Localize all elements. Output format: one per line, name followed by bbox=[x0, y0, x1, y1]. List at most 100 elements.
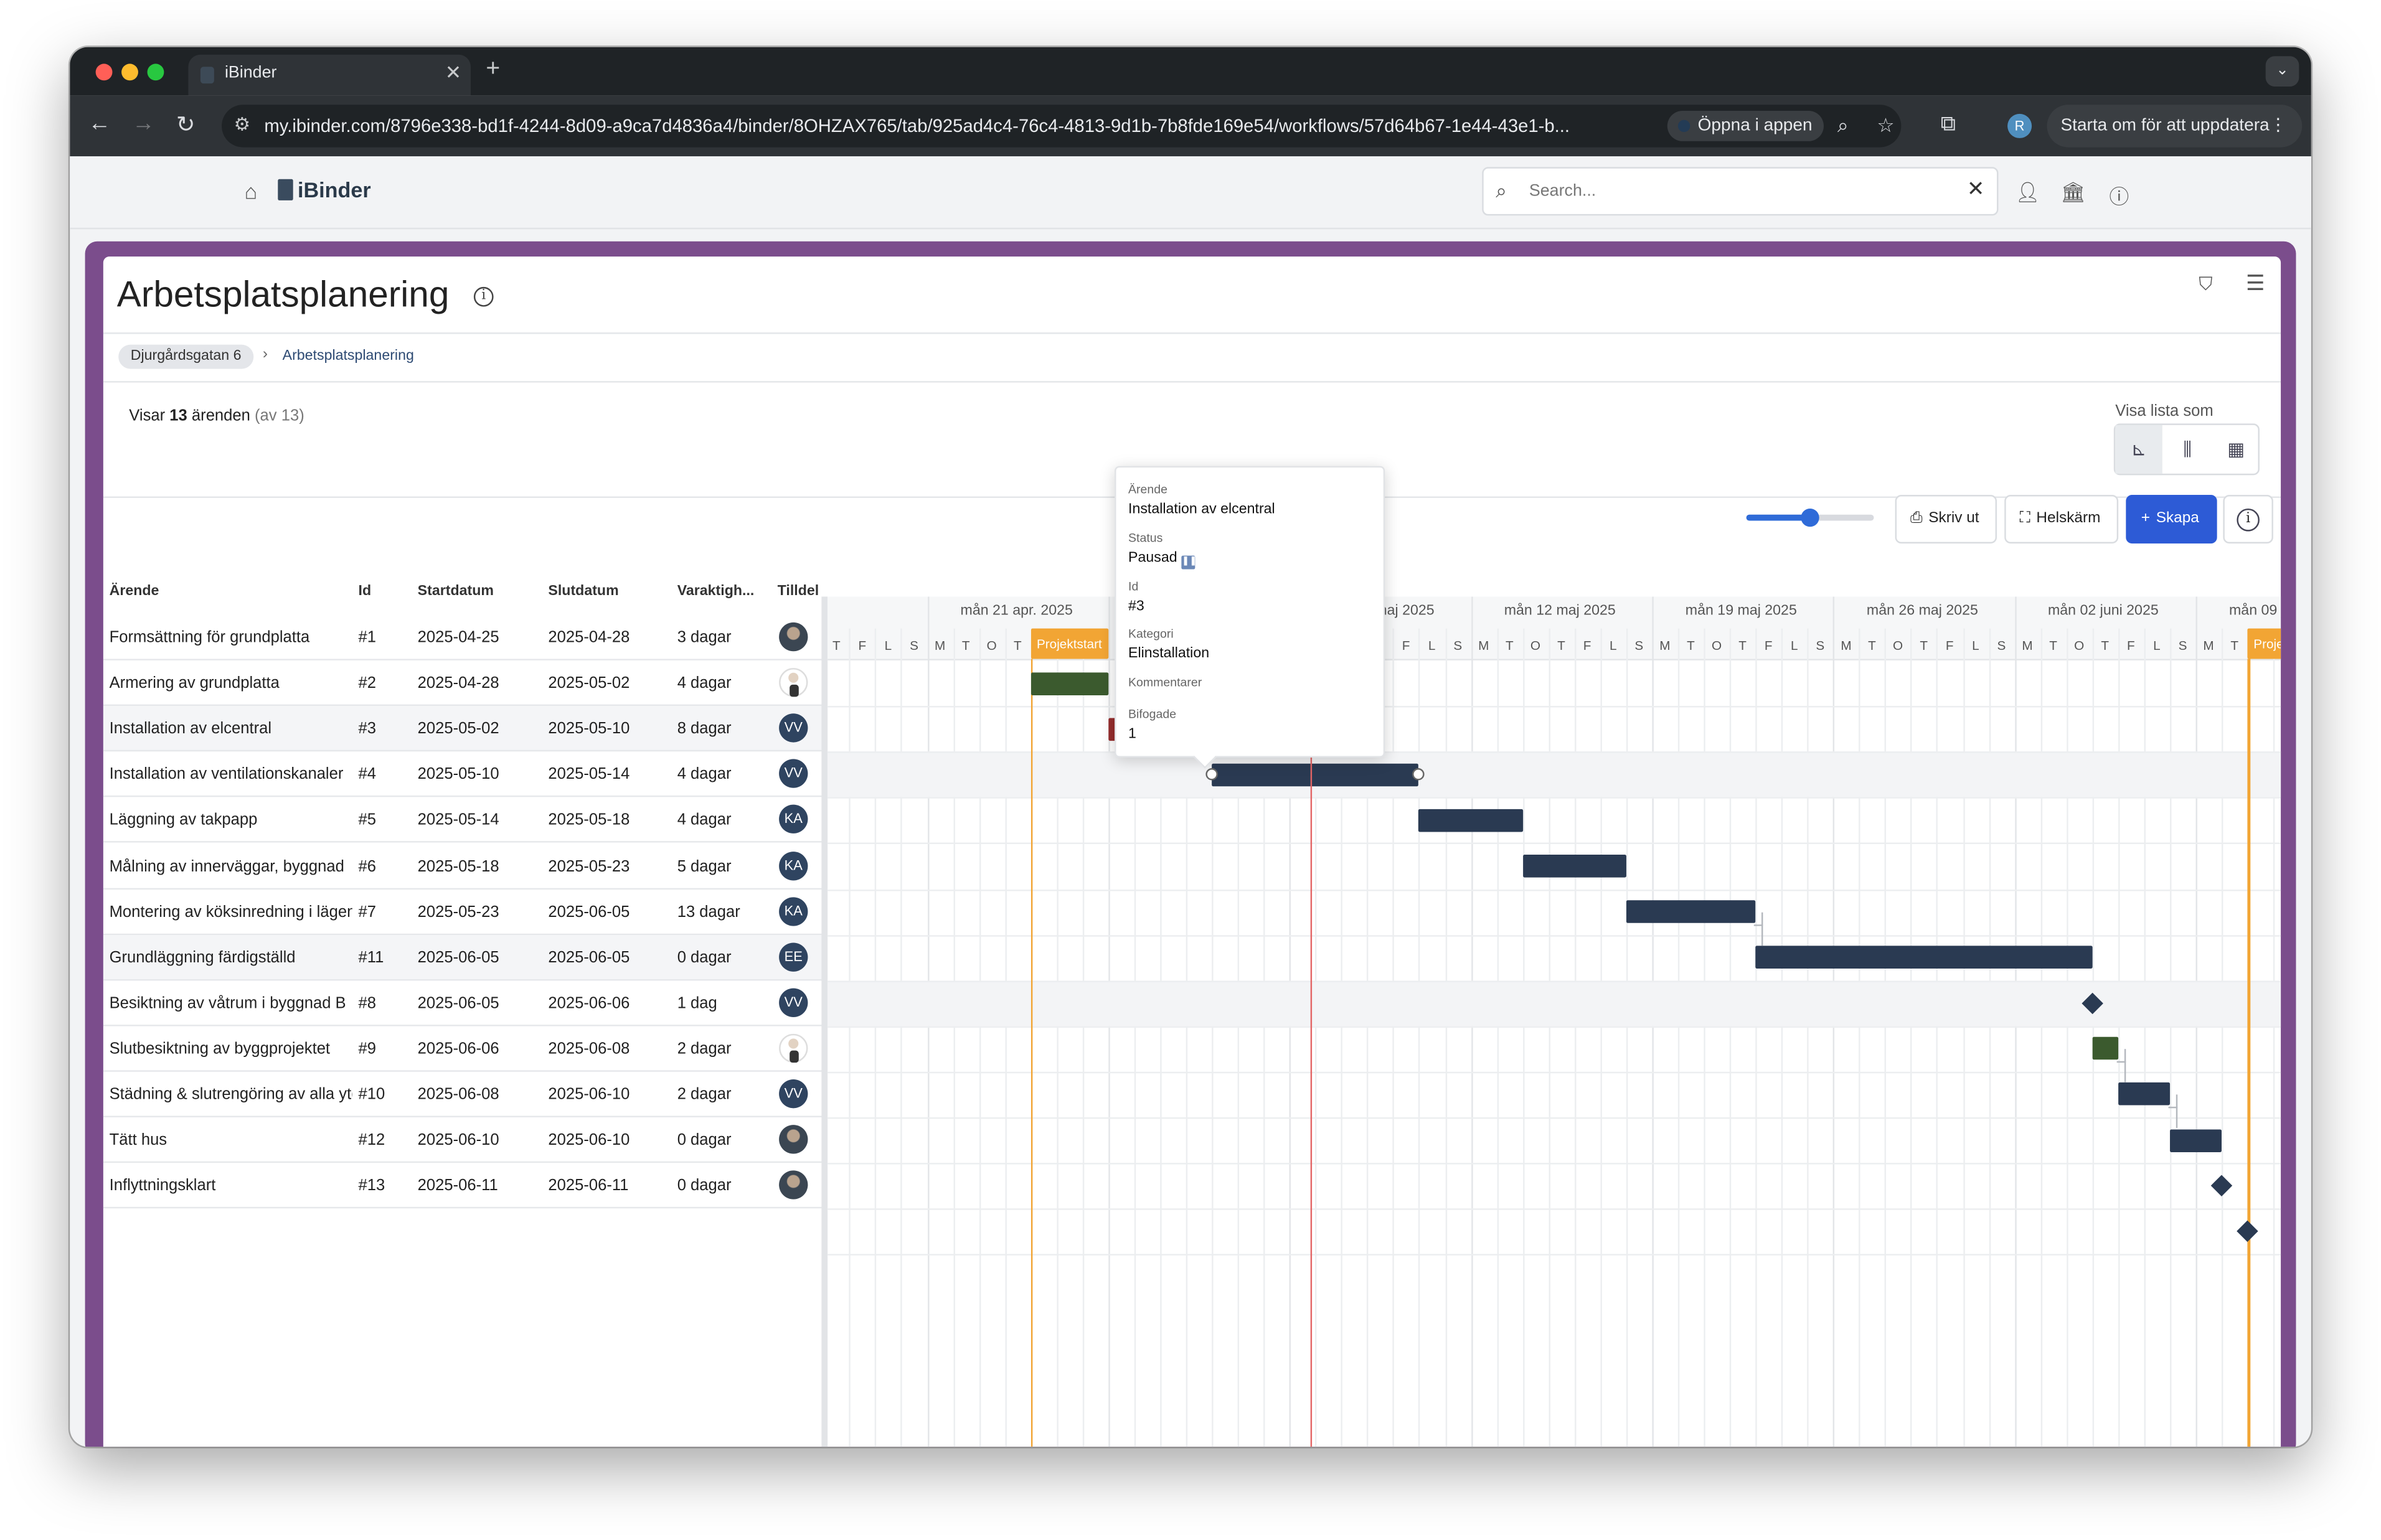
column-header-case[interactable]: Ärende bbox=[110, 583, 159, 599]
browser-tab[interactable]: iBinder ✕ bbox=[188, 54, 471, 96]
task-bar[interactable] bbox=[2169, 1129, 2222, 1152]
kanban-view-icon[interactable]: ⫼ bbox=[2164, 425, 2211, 474]
assignee-avatar[interactable]: KA bbox=[779, 850, 808, 880]
breadcrumb-project[interactable]: Djurgårdsgatan 6 bbox=[118, 344, 254, 369]
table-row[interactable]: Tätt hus #12 2025-06-10 2025-06-10 0 dagar bbox=[103, 1117, 823, 1163]
workflow-panel: Arbetsplatsplanering i ⛉ ☰ Djurgårdsgata… bbox=[103, 256, 2281, 1447]
task-id-cell: #7 bbox=[358, 903, 377, 921]
url-text[interactable]: my.ibinder.com/8796e338-bd1f-4244-8d09-a… bbox=[264, 115, 1649, 136]
project-end-marker[interactable]: Projektslut bbox=[2247, 628, 2281, 659]
row-gridline bbox=[827, 751, 2281, 754]
close-tab-icon[interactable]: ✕ bbox=[445, 61, 462, 85]
task-bar[interactable] bbox=[1522, 854, 1626, 878]
task-bar[interactable] bbox=[1030, 672, 1108, 695]
task-bar[interactable] bbox=[2092, 1037, 2118, 1061]
table-row[interactable]: Grundläggning färdigställd #11 2025-06-05 2… bbox=[103, 934, 823, 980]
task-start-cell: 2025-05-10 bbox=[417, 765, 499, 784]
help-icon[interactable]: ⓘ bbox=[2109, 181, 2129, 209]
table-row[interactable]: Inflyttningsklart #13 2025-06-11 2025-06-11… bbox=[103, 1163, 823, 1209]
task-id-cell: #4 bbox=[358, 765, 377, 784]
table-row[interactable]: Slutbesiktning av byggprojektet #9 2025-06… bbox=[103, 1026, 823, 1072]
ibinder-logo[interactable]: iBinder bbox=[278, 177, 371, 202]
assignee-avatar[interactable]: EE bbox=[779, 942, 808, 972]
project-start-marker[interactable]: Projektstart bbox=[1030, 628, 1108, 659]
hamburger-menu-icon[interactable]: ☰ bbox=[2246, 270, 2265, 296]
column-header-end[interactable]: Slutdatum bbox=[548, 583, 618, 599]
maximize-window-button[interactable] bbox=[147, 63, 164, 81]
task-bar[interactable] bbox=[1626, 900, 1756, 923]
organization-bank-icon[interactable]: 🏛︎ bbox=[2060, 181, 2085, 205]
open-in-app-button[interactable]: Öppna i appen bbox=[1667, 111, 1825, 141]
minimize-window-button[interactable] bbox=[121, 63, 138, 81]
assignee-avatar[interactable] bbox=[779, 668, 808, 697]
column-header-duration[interactable]: Varaktigh... bbox=[677, 583, 755, 599]
table-row[interactable]: Målning av innerväggar, byggnad #6 2025-05… bbox=[103, 843, 823, 889]
new-tab-icon[interactable]: + bbox=[486, 56, 500, 83]
assignee-avatar[interactable]: VV bbox=[779, 1079, 808, 1109]
assignee-avatar[interactable]: KA bbox=[779, 896, 808, 926]
table-row[interactable]: Installation av elcentral #3 2025-05-02 202… bbox=[103, 706, 823, 752]
assignee-avatar[interactable]: VV bbox=[779, 988, 808, 1017]
task-bar[interactable] bbox=[1418, 809, 1523, 832]
search-input[interactable] bbox=[1529, 177, 1940, 205]
column-header-assignee[interactable]: Tilldel bbox=[778, 583, 822, 599]
shield-icon[interactable]: ⛉ bbox=[2199, 273, 2212, 296]
title-info-icon[interactable]: i bbox=[473, 286, 494, 307]
info-button[interactable]: i bbox=[2223, 495, 2273, 544]
assignee-avatar[interactable] bbox=[779, 1170, 808, 1200]
bookmark-star-icon[interactable]: ☆ bbox=[1877, 114, 1894, 138]
user-icon[interactable]: 👤︎ bbox=[2015, 181, 2040, 205]
reload-icon[interactable]: ↻ bbox=[176, 111, 196, 138]
task-name-cell: Inflyttningsklart bbox=[109, 1176, 216, 1195]
task-bar[interactable] bbox=[2118, 1082, 2170, 1106]
restart-to-update-button[interactable]: Starta om för att uppdatera ⋮ bbox=[2047, 105, 2303, 148]
home-icon[interactable]: ⌂ bbox=[245, 179, 258, 204]
extensions-puzzle-icon[interactable]: ⧉ bbox=[1941, 111, 1956, 136]
fullscreen-button[interactable]: ⛶ Helskärm bbox=[2004, 495, 2119, 544]
dependency-link bbox=[2176, 1094, 2177, 1128]
assignee-avatar[interactable] bbox=[779, 1125, 808, 1154]
column-header-start[interactable]: Startdatum bbox=[418, 583, 494, 599]
table-row[interactable]: Montering av köksinredning i lägenheter #… bbox=[103, 889, 823, 935]
ibinder-logo-icon bbox=[278, 179, 293, 200]
close-window-button[interactable] bbox=[95, 63, 113, 81]
column-header-id[interactable]: Id bbox=[359, 583, 372, 599]
clear-search-icon[interactable]: ✕ bbox=[1967, 176, 1985, 202]
create-button[interactable]: + Skapa bbox=[2126, 495, 2217, 544]
kebab-menu-icon[interactable]: ⋮ bbox=[2270, 105, 2287, 147]
task-start-cell: 2025-06-10 bbox=[417, 1131, 499, 1150]
profile-avatar[interactable]: R bbox=[2007, 113, 2032, 138]
result-count-prefix: Visar bbox=[129, 406, 170, 425]
address-bar[interactable]: ⚙ my.ibinder.com/8796e338-bd1f-4244-8d09… bbox=[222, 105, 1902, 148]
tab-search-chevron-icon[interactable]: ⌄ bbox=[2265, 56, 2299, 87]
table-row[interactable]: Formsättning för grundplatta #1 2025-04-25… bbox=[103, 615, 823, 660]
day-label: T bbox=[2101, 637, 2110, 653]
table-row[interactable]: Besiktning av våtrum i byggnad B #8 2025-0… bbox=[103, 980, 823, 1026]
zoom-slider-thumb[interactable] bbox=[1801, 508, 1819, 527]
print-button[interactable]: ⎙ Skriv ut bbox=[1895, 495, 1997, 544]
forward-arrow-icon[interactable]: → bbox=[132, 111, 155, 136]
site-settings-icon[interactable]: ⚙ bbox=[234, 114, 250, 135]
zoom-magnifier-icon[interactable]: ⌕ bbox=[1837, 114, 1849, 138]
task-bar[interactable] bbox=[1755, 946, 2093, 969]
assignee-avatar[interactable]: VV bbox=[779, 759, 808, 789]
milestone-diamond[interactable] bbox=[2237, 1221, 2258, 1242]
back-arrow-icon[interactable]: ← bbox=[88, 111, 111, 136]
assignee-avatar[interactable] bbox=[779, 622, 808, 652]
task-bar[interactable] bbox=[1212, 763, 1419, 786]
gantt-view-icon[interactable]: ⊾ bbox=[2115, 425, 2162, 474]
table-row[interactable]: Installation av ventilationskanaler #4 202… bbox=[103, 752, 823, 798]
assignee-avatar[interactable]: VV bbox=[779, 713, 808, 743]
table-view-icon[interactable]: ▦ bbox=[2212, 425, 2260, 474]
assignee-avatar[interactable] bbox=[779, 1033, 808, 1063]
task-id-cell: #3 bbox=[358, 720, 377, 738]
task-duration-cell: 8 dagar bbox=[677, 720, 732, 738]
table-row[interactable]: Städning & slutrengöring av alla ytor #10… bbox=[103, 1072, 823, 1117]
table-row[interactable]: Armering av grundplatta #2 2025-04-28 2025-… bbox=[103, 660, 823, 707]
table-row[interactable]: Läggning av takpapp #5 2025-05-14 2025-05-1… bbox=[103, 797, 823, 843]
milestone-diamond[interactable] bbox=[2210, 1175, 2233, 1197]
pane-splitter[interactable] bbox=[821, 596, 828, 1447]
assignee-avatar[interactable]: KA bbox=[779, 805, 808, 834]
breadcrumb-current[interactable]: Arbetsplatsplanering bbox=[283, 347, 414, 364]
zoom-slider[interactable] bbox=[1746, 508, 1874, 527]
